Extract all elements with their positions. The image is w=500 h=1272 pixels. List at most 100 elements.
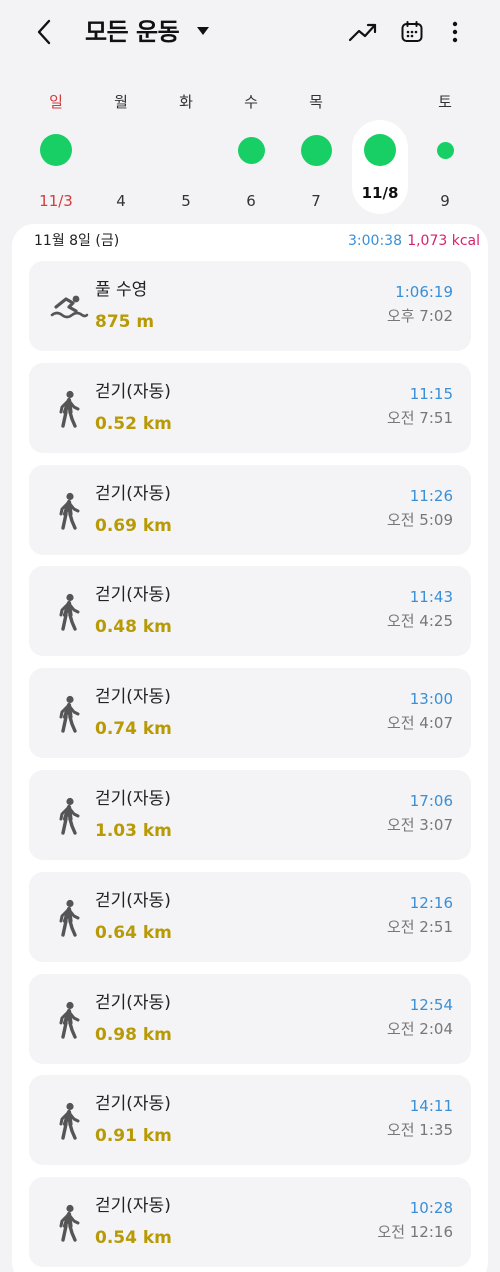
- day-date-label: 9: [440, 192, 450, 210]
- day-cell[interactable]: 수6: [223, 82, 279, 216]
- workout-name: 걷기(자동): [95, 1094, 171, 1115]
- workout-name: 걷기(자동): [95, 789, 171, 809]
- activity-dot-slot: [425, 130, 465, 170]
- day-date-label: 6: [246, 192, 256, 210]
- day-date-label: 5: [181, 192, 191, 210]
- walking-icon: [47, 1201, 91, 1245]
- more-options-button[interactable]: [444, 16, 466, 48]
- day-of-week-label: 목: [309, 93, 323, 111]
- workout-card[interactable]: 풀 수영 875 m 1:06:19 오후 7:02: [29, 261, 471, 351]
- trends-button[interactable]: [346, 16, 380, 48]
- workout-name: 풀 수영: [95, 280, 148, 300]
- day-date-label: 7: [311, 192, 321, 210]
- workout-start-time: 오전 1:35: [386, 1121, 453, 1140]
- walking-icon: [47, 896, 91, 940]
- workout-distance: 0.54 km: [95, 1228, 172, 1249]
- workout-duration: 12:54: [409, 995, 453, 1014]
- activity-dot-slot: [360, 130, 400, 170]
- workout-duration: 1:06:19: [395, 283, 453, 301]
- day-cell[interactable]: 화5: [158, 82, 214, 216]
- workout-distance: 0.74 km: [95, 719, 172, 740]
- activity-dot: [237, 136, 265, 164]
- day-workout-panel: 11월 8일 (금) 3:00:38 1,073 kcal 풀 수영 875 m 1…: [12, 224, 488, 1272]
- workout-duration: 12:16: [409, 893, 453, 912]
- workout-start-time: 오전 4:25: [386, 612, 453, 631]
- walking-icon: [47, 1099, 91, 1143]
- calendar-button[interactable]: [398, 16, 426, 48]
- workout-duration: 11:43: [409, 588, 453, 607]
- day-date-label: 11/8: [361, 184, 399, 202]
- workout-name: 걷기(자동): [95, 687, 171, 708]
- workout-duration: 10:28: [409, 1199, 453, 1218]
- workout-card[interactable]: 걷기(자동) 0.69 km 11:26 오전 5:09: [29, 464, 471, 555]
- workout-start-time: 오전 3:07: [386, 816, 453, 834]
- workout-distance: 875 m: [95, 312, 155, 332]
- walking-icon: [47, 794, 91, 838]
- day-cell[interactable]: 금11/8: [352, 120, 408, 214]
- workout-start-time: 오전 2:04: [386, 1019, 453, 1038]
- workout-duration: 17:06: [409, 792, 453, 810]
- walking-icon: [47, 590, 91, 634]
- swimming-icon: [47, 285, 91, 329]
- day-of-week-label: 수: [244, 93, 258, 111]
- workout-distance: 0.69 km: [95, 515, 172, 536]
- workout-start-time: 오전 2:51: [386, 917, 453, 936]
- workout-distance: 0.98 km: [95, 1024, 172, 1045]
- page-title[interactable]: 모든 운동: [85, 14, 180, 50]
- summary-total-duration: 3:00:38: [348, 233, 402, 249]
- workout-duration: 14:11: [409, 1097, 453, 1116]
- day-of-week-label: 월: [114, 93, 128, 111]
- workout-card[interactable]: 걷기(자동) 0.98 km 12:54 오전 2:04: [29, 973, 471, 1064]
- activity-dot-slot: [296, 130, 336, 170]
- workout-start-time: 오전 4:07: [386, 714, 453, 733]
- workout-card[interactable]: 걷기(자동) 1.03 km 17:06 오전 3:07: [29, 770, 471, 860]
- activity-dot-slot: [231, 130, 271, 170]
- workout-card[interactable]: 걷기(자동) 0.54 km 10:28 오전 12:16: [29, 1177, 471, 1268]
- walking-icon: [47, 692, 91, 736]
- workout-duration: 11:26: [409, 486, 453, 505]
- workout-start-time: 오후 7:02: [386, 307, 453, 325]
- activity-dot-slot: [36, 130, 76, 170]
- workout-start-time: 오전 12:16: [377, 1223, 453, 1242]
- workout-start-time: 오전 7:51: [386, 408, 453, 427]
- day-cell[interactable]: 일 11/3: [28, 82, 84, 216]
- workout-duration: 13:00: [409, 690, 453, 709]
- workout-card[interactable]: 걷기(자동) 0.91 km 14:11 오전 1:35: [29, 1075, 471, 1166]
- more-vertical-icon: [452, 21, 458, 43]
- workout-name: 걷기(자동): [95, 585, 171, 606]
- workout-duration: 11:15: [409, 384, 453, 403]
- summary-total-kcal: 1,073 kcal: [407, 233, 480, 249]
- day-summary: 11월 8일 (금) 3:00:38 1,073 kcal: [34, 230, 480, 252]
- activity-dot-slot: [101, 130, 141, 170]
- workout-card[interactable]: 걷기(자동) 0.48 km 11:43 오전 4:25: [29, 566, 471, 657]
- workout-distance: 0.64 km: [95, 922, 172, 943]
- workout-card[interactable]: 걷기(자동) 0.64 km 12:16 오전 2:51: [29, 871, 471, 962]
- walking-icon: [47, 998, 91, 1042]
- walking-icon: [47, 489, 91, 533]
- back-button[interactable]: [28, 14, 60, 50]
- week-strip: 일11/3월4화5수6목7금11/8토9: [0, 82, 500, 216]
- day-of-week-label: 일: [49, 93, 63, 111]
- workout-distance: 1.03 km: [95, 821, 172, 841]
- workout-name: 걷기(자동): [95, 381, 171, 402]
- dropdown-caret-icon[interactable]: [195, 23, 211, 39]
- workout-card[interactable]: 걷기(자동) 0.52 km 11:15 오전 7:51: [29, 362, 471, 453]
- day-of-week-label: 화: [179, 93, 193, 111]
- day-cell[interactable]: 월4: [93, 82, 149, 216]
- workout-distance: 0.52 km: [95, 413, 172, 434]
- activity-dot: [364, 134, 396, 166]
- walking-icon: [47, 387, 91, 431]
- top-app-bar: 모든 운동: [0, 0, 500, 64]
- workout-distance: 0.48 km: [95, 617, 172, 638]
- calendar-icon: [401, 21, 423, 42]
- workout-name: 걷기(자동): [95, 1196, 171, 1217]
- day-cell[interactable]: 목7: [288, 82, 344, 216]
- back-arrow-icon: [37, 19, 51, 45]
- workout-name: 걷기(자동): [95, 992, 171, 1013]
- summary-date: 11월 8일 (금): [34, 233, 120, 249]
- workout-distance: 0.91 km: [95, 1126, 172, 1147]
- workout-name: 걷기(자동): [95, 483, 171, 504]
- day-cell[interactable]: 토9: [417, 82, 473, 216]
- day-date-label: 11/3: [39, 192, 73, 210]
- workout-card[interactable]: 걷기(자동) 0.74 km 13:00 오전 4:07: [29, 668, 471, 759]
